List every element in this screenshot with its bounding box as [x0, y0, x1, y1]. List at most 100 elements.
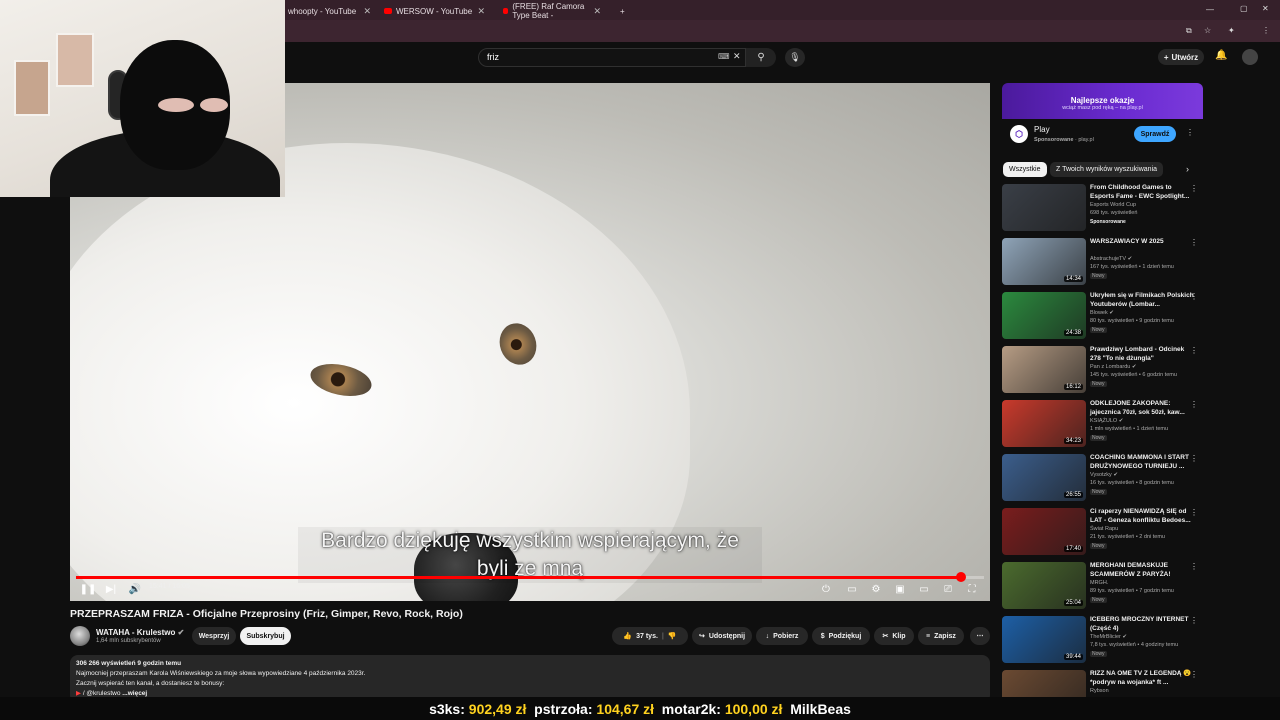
new-tab-button[interactable]: + — [614, 3, 631, 19]
recommended-video-title[interactable]: ODKLEJONE ZAKOPANE: jajecznica 70zł, sok… — [1090, 400, 1194, 417]
video-menu-icon[interactable]: ⋮ — [1190, 400, 1198, 409]
fullscreen-icon[interactable]: ⛶ — [965, 582, 979, 596]
recommended-video-channel[interactable]: Rybson — [1090, 688, 1109, 694]
video-thumbnail[interactable]: 17:40 — [1002, 508, 1086, 555]
recommended-video-title[interactable]: From Childhood Games to Esports Fame - E… — [1090, 184, 1194, 201]
ad-banner[interactable]: Najlepsze okazje wciąż masz pod ręką – n… — [1002, 83, 1203, 119]
video-menu-icon[interactable]: ⋮ — [1190, 616, 1198, 625]
close-window-icon[interactable]: ✕ — [1262, 4, 1269, 13]
recommended-video[interactable]: 16:12 Prawdziwy Lombard - Odcinek 278 "To… — [1002, 346, 1202, 396]
settings-gear-icon[interactable]: ⚙ — [869, 582, 883, 596]
next-icon[interactable]: ▶| — [104, 582, 118, 596]
recommended-video[interactable]: 14:34 WARSZAWIACY W 2025 AbstrachujeTV ✔ 16… — [1002, 238, 1202, 288]
pause-icon[interactable]: ❚❚ — [80, 582, 97, 596]
recommended-video[interactable]: 17:40 Ci raperzy NIENAWIDZĄ SIĘ od LAT - … — [1002, 508, 1202, 558]
search-input[interactable]: friz — [478, 48, 746, 67]
video-menu-icon[interactable]: ⋮ — [1190, 346, 1198, 355]
ad-menu-icon[interactable]: ⋮ — [1186, 128, 1194, 137]
recommended-video-channel[interactable]: Vysotzky ✔ — [1090, 472, 1118, 478]
support-button[interactable]: Wesprzyj — [192, 627, 236, 645]
save-button[interactable]: ≡ Zapisz — [918, 627, 964, 645]
ad-cta-button[interactable]: Sprawdź — [1134, 126, 1176, 142]
recommended-video-channel[interactable]: Świat Rapu — [1090, 526, 1118, 532]
description-link[interactable]: / @krulestwo — [83, 690, 121, 697]
keyboard-icon[interactable]: ⌨ — [718, 52, 730, 61]
recommended-video-channel[interactable]: Pan z Lombardu ✔ — [1090, 364, 1137, 370]
star-icon[interactable]: ☆ — [1204, 26, 1211, 35]
recommended-video-channel[interactable]: AbstrachujeTV ✔ — [1090, 256, 1132, 262]
recommended-video[interactable]: 25:04 MERGHANI DEMASKUJE SCAMMERÓW Z PARY… — [1002, 562, 1202, 612]
search-button[interactable]: ⚲ — [746, 48, 776, 67]
recommended-video-title[interactable]: WARSZAWIACY W 2025 — [1090, 238, 1194, 247]
browser-tab[interactable]: whoopty - YouTube ✕ — [282, 3, 377, 19]
clip-button[interactable]: ✂ Klip — [874, 627, 914, 645]
subtitles-icon[interactable]: ▭ — [845, 582, 859, 596]
recommended-video-channel[interactable]: Esports World Cup — [1090, 202, 1136, 208]
thumbs-up-icon[interactable]: 👍 — [623, 632, 632, 640]
recommended-video[interactable]: 24:38 Ukryłem się w Filmikach Polskich Yo… — [1002, 292, 1202, 342]
recommended-video[interactable]: 34:23 ODKLEJONE ZAKOPANE: jajecznica 70zł… — [1002, 400, 1202, 450]
video-thumbnail[interactable]: 34:23 — [1002, 400, 1086, 447]
like-count[interactable]: 37 tys. — [636, 633, 658, 640]
cast-icon[interactable]: ⎚ — [941, 582, 955, 596]
recommended-video-title[interactable]: Prawdziwy Lombard - Odcinek 278 "To nie … — [1090, 346, 1194, 363]
clear-search-icon[interactable]: ✕ — [733, 51, 741, 62]
close-icon[interactable]: ✕ — [477, 6, 485, 17]
recommended-video[interactable]: 26:55 COACHING MAMMONA I START DRUŻYNOWEG… — [1002, 454, 1202, 504]
channel-name[interactable]: WATAHA - Krulestwo ✔ — [96, 628, 184, 637]
recommended-video-channel[interactable]: Blowek ✔ — [1090, 310, 1114, 316]
recommended-video-title[interactable]: RIZZ NA OME TV Z LEGENDĄ 😮 *podryw na wo… — [1090, 670, 1194, 687]
video-menu-icon[interactable]: ⋮ — [1190, 238, 1198, 247]
video-thumbnail[interactable]: 14:34 — [1002, 238, 1086, 285]
video-thumbnail[interactable]: 39:44 — [1002, 616, 1086, 663]
video-thumbnail[interactable]: 26:55 — [1002, 454, 1086, 501]
recommended-video-channel[interactable]: KSIĄŻULO ✔ — [1090, 418, 1123, 424]
thanks-button[interactable]: $ Podziękuj — [812, 627, 870, 645]
browser-tab[interactable]: WERSOW - YouTube ✕ — [378, 3, 491, 19]
miniplayer-icon[interactable]: ▣ — [893, 582, 907, 596]
video-menu-icon[interactable]: ⋮ — [1190, 184, 1198, 193]
show-more-link[interactable]: ...więcej — [122, 690, 147, 697]
subscribe-button[interactable]: Subskrybuj — [240, 627, 291, 645]
video-menu-icon[interactable]: ⋮ — [1190, 292, 1198, 301]
recommended-video-title[interactable]: Ci raperzy NIENAWIDZĄ SIĘ od LAT - Genez… — [1090, 508, 1194, 525]
minimize-icon[interactable]: — — [1206, 5, 1214, 14]
theater-mode-icon[interactable]: ▭ — [917, 582, 931, 596]
extensions-icon[interactable]: ✦ — [1228, 26, 1235, 35]
browser-tab[interactable]: (FREE) Raf Camora Type Beat - ✕ — [497, 2, 607, 20]
video-menu-icon[interactable]: ⋮ — [1190, 508, 1198, 517]
chip-all[interactable]: Wszystkie — [1003, 162, 1047, 177]
account-avatar[interactable] — [1242, 49, 1258, 65]
recommended-video-title[interactable]: MERGHANI DEMASKUJE SCAMMERÓW Z PARYŻA! — [1090, 562, 1194, 579]
recommended-video-title[interactable]: Ukryłem się w Filmikach Polskich Youtube… — [1090, 292, 1194, 309]
close-icon[interactable]: ✕ — [363, 6, 371, 17]
bell-icon[interactable]: 🔔 — [1215, 50, 1227, 61]
recommended-video[interactable]: 39:44 ICEBERG MROCZNY INTERNET (Część 4) T… — [1002, 616, 1202, 666]
browser-menu-icon[interactable]: ⋮ — [1262, 26, 1270, 35]
recommended-video-channel[interactable]: TheMrBlicier ✔ — [1090, 634, 1127, 640]
more-actions-button[interactable]: ⋯ — [970, 627, 990, 645]
video-thumbnail[interactable]: 25:04 — [1002, 562, 1086, 609]
recommended-video-title[interactable]: COACHING MAMMONA I START DRUŻYNOWEGO TUR… — [1090, 454, 1194, 471]
video-description[interactable]: 306 266 wyświetleń 9 godzin temu Najmocn… — [70, 655, 990, 703]
thumbs-down-icon[interactable]: 👎 — [668, 632, 677, 640]
share-button[interactable]: ↪ Udostępnij — [692, 627, 752, 645]
video-thumbnail[interactable]: 24:38 — [1002, 292, 1086, 339]
voice-search-button[interactable]: 🎙 — [785, 48, 805, 67]
video-menu-icon[interactable]: ⋮ — [1190, 562, 1198, 571]
recommended-video[interactable]: From Childhood Games to Esports Fame - E… — [1002, 184, 1202, 234]
channel-avatar[interactable] — [70, 626, 90, 646]
chip-from-search[interactable]: Z Twoich wyników wyszukiwania — [1050, 162, 1164, 177]
video-menu-icon[interactable]: ⋮ — [1190, 670, 1198, 679]
download-button[interactable]: ↓ Pobierz — [756, 627, 808, 645]
video-thumbnail[interactable] — [1002, 184, 1086, 231]
recommended-video-channel[interactable]: MRGH. — [1090, 580, 1108, 586]
create-button[interactable]: + Utwórz — [1158, 49, 1204, 65]
maximize-icon[interactable]: ▢ — [1240, 4, 1248, 13]
close-icon[interactable]: ✕ — [593, 6, 601, 17]
chevron-right-icon[interactable]: › — [1186, 164, 1189, 174]
autoplay-toggle-icon[interactable]: ⏻ — [818, 582, 834, 596]
install-icon[interactable]: ⧉ — [1186, 26, 1192, 36]
recommended-video-title[interactable]: ICEBERG MROCZNY INTERNET (Część 4) — [1090, 616, 1194, 633]
video-thumbnail[interactable]: 16:12 — [1002, 346, 1086, 393]
